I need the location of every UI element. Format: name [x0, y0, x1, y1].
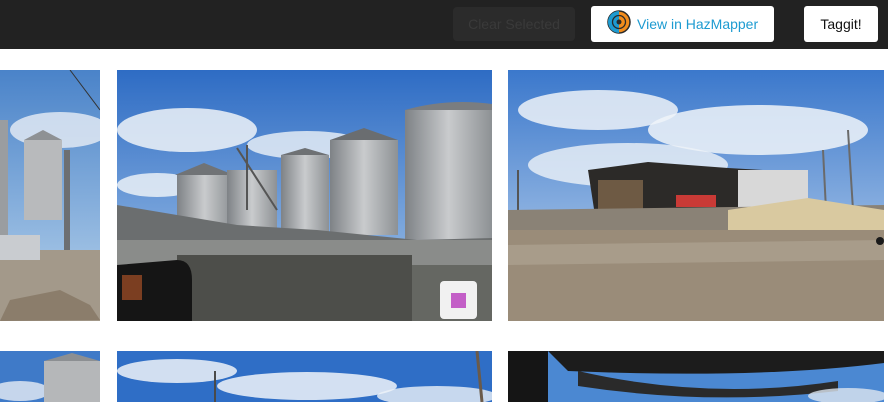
selected-square-icon [451, 292, 466, 308]
hazmapper-logo-icon [607, 9, 631, 39]
hazmapper-button-label: View in HazMapper [637, 16, 759, 32]
taggit-button[interactable]: Taggit! [804, 6, 878, 42]
photo-thumbnail[interactable] [0, 70, 100, 321]
photo-thumbnail[interactable] [508, 70, 884, 321]
top-toolbar: Clear Selected View in HazMapper Taggit! [0, 0, 888, 49]
selected-checkbox[interactable] [440, 281, 477, 319]
photo-thumbnail[interactable] [117, 70, 492, 321]
view-in-hazmapper-button[interactable]: View in HazMapper [591, 6, 774, 42]
photo-thumbnail[interactable] [0, 351, 100, 402]
photo-thumbnail[interactable] [117, 351, 492, 402]
clear-selected-button[interactable]: Clear Selected [453, 7, 575, 41]
photo-thumbnail[interactable] [508, 351, 884, 402]
